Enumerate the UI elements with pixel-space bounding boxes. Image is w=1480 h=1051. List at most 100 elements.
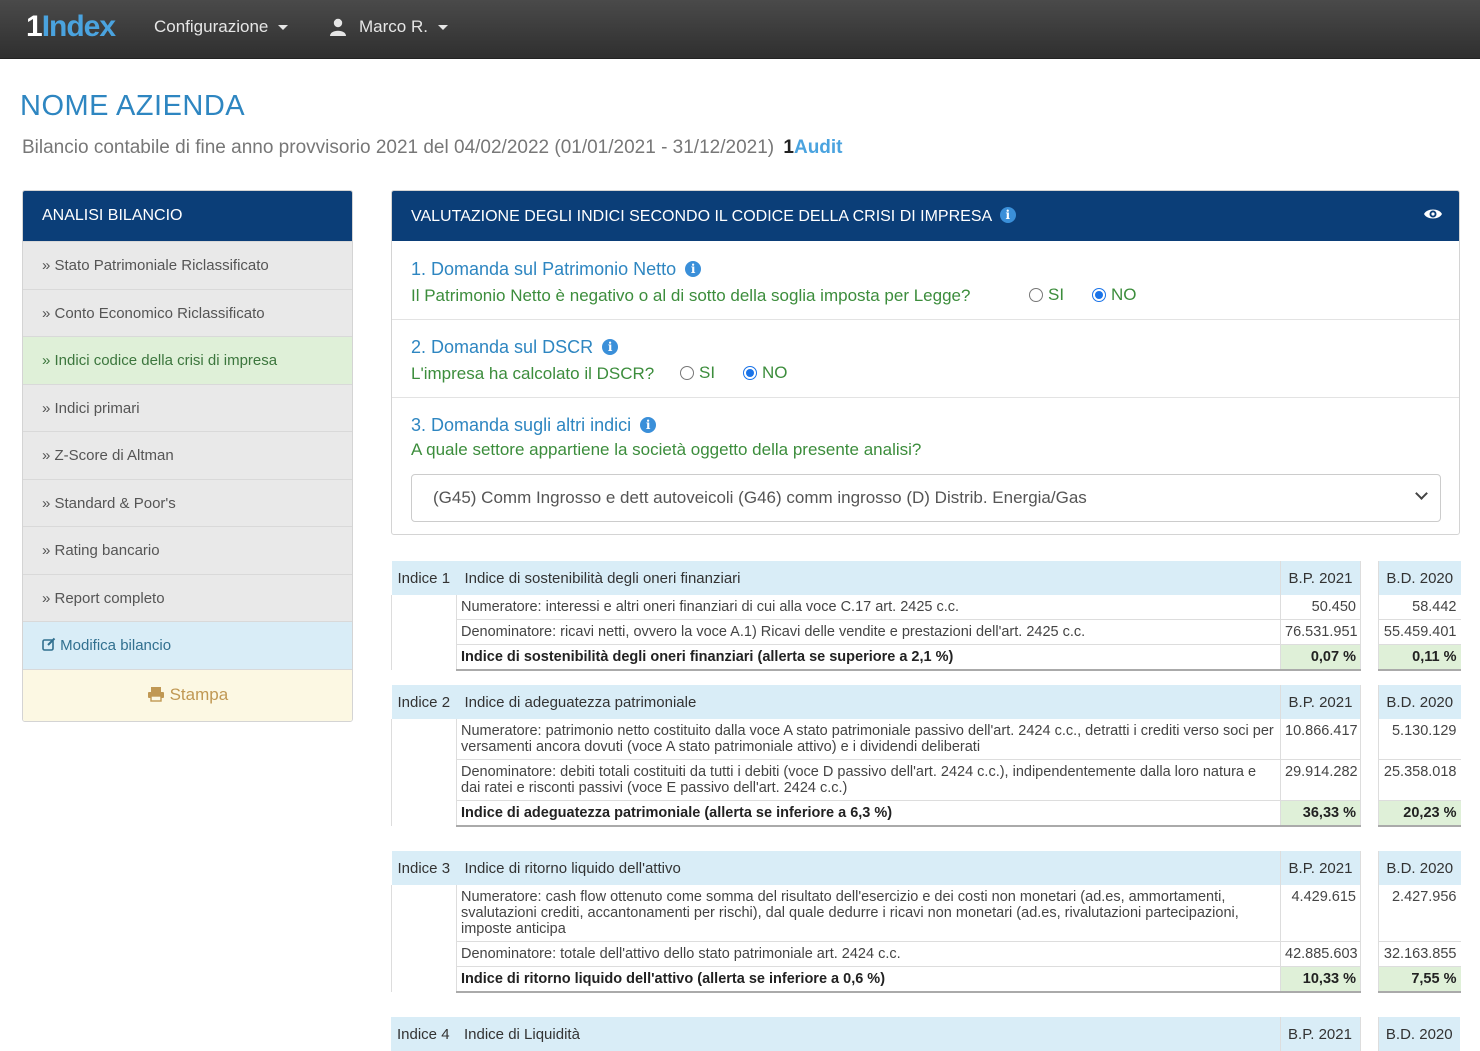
table-row: Numeratore: interessi e altri oneri fina… [391,595,1461,670]
edit-balance-label: Modifica bilancio [60,637,172,654]
sector-select[interactable]: (G45) Comm Ingrosso e dett autoveicoli (… [411,474,1441,522]
denominator-value-bd: 55.459.401 [1378,619,1461,645]
audit-logo-number: 1 [783,137,794,158]
radio-circle [680,366,694,380]
question-2-radio-no[interactable]: NO [743,363,788,383]
denominator-label: Denominatore: ricavi netti, ovvero la vo… [456,619,1281,645]
denominator-value-bp: 42.885.603 [1280,941,1361,967]
user-menu-label: Marco R. [359,17,428,36]
user-menu[interactable]: Marco R. [329,17,448,37]
result-row: Indice di ritorno liquido dell'attivo (a… [392,966,1461,993]
question-3-title-text: 3. Domanda sugli altri indici [411,415,632,435]
result-label: Indice di ritorno liquido dell'attivo (a… [456,966,1281,993]
crisis-evaluation-panel: VALUTAZIONE DEGLI INDICI SECONDO IL CODI… [391,190,1460,535]
question-2-text: L'impresa ha calcolato il DSCR? [411,364,655,383]
column-gap [1360,685,1379,719]
question-1-radio-no[interactable]: NO [1092,285,1137,305]
denominator-value-bd: 25.358.018 [1378,759,1461,801]
denominator-label: Denominatore: debiti totali costituiti d… [456,759,1281,801]
sidebar-item-standard-poors[interactable]: » Standard & Poor's [23,478,352,526]
radio-label: NO [1111,285,1137,304]
sidebar-item-report-completo[interactable]: » Report completo [23,573,352,621]
question-1-title: 1. Domanda sul Patrimonio Netto i [411,259,702,280]
info-icon[interactable]: i [685,261,702,277]
edit-balance-button[interactable]: Modifica bilancio [23,621,352,669]
question-1-radio-si[interactable]: SI [1029,285,1064,305]
result-row: Indice di adeguatezza patrimoniale (alle… [392,800,1461,827]
denominator-value-bd: 32.163.855 [1378,941,1461,967]
question-3-title: 3. Domanda sugli altri indici i [411,415,657,436]
question-1: 1. Domanda sul Patrimonio Netto i Il Pat… [392,241,1459,319]
sidebar-item-stato-patrimoniale[interactable]: » Stato Patrimoniale Riclassificato [23,241,352,289]
column-header-bp: B.P. 2021 [1280,685,1361,719]
numerator-label: Numeratore: interessi e altri oneri fina… [456,595,1281,620]
audit-logo: 1Audit [783,137,842,158]
sidebar-title: ANALISI BILANCIO [23,191,352,241]
denominator-value-bp: 76.531.951 [1280,619,1361,645]
sidebar-item-indici-crisi[interactable]: » Indici codice della crisi di impresa [23,336,352,384]
question-2-title: 2. Domanda sul DSCR i [411,337,619,358]
radio-circle [1029,288,1043,302]
printer-icon [147,686,164,702]
info-icon[interactable]: i [640,417,657,433]
question-1-title-text: 1. Domanda sul Patrimonio Netto [411,259,677,279]
index-label: Indice 1 [391,561,457,595]
brand-logo-text: Index [41,10,116,43]
question-2-radio-si[interactable]: SI [680,363,715,383]
numerator-value-bp: 10.866.417 [1280,719,1361,760]
index-spacer [391,595,457,670]
result-label: Indice di adeguatezza patrimoniale (alle… [456,800,1281,827]
denominator-label: Denominatore: totale dell'attivo dello s… [456,941,1281,967]
user-icon [330,18,346,36]
radio-label: SI [1048,285,1065,304]
edit-icon [42,637,56,651]
info-icon[interactable]: i [602,339,619,355]
column-gap [1360,561,1379,595]
index-title: Indice di ritorno liquido dell'attivo [456,851,1281,885]
page-subtitle: Bilancio contabile di fine anno provviso… [22,137,843,159]
numerator-value-bp: 4.429.615 [1280,885,1361,942]
table-row: Denominatore: totale dell'attivo dello s… [392,941,1461,967]
radio-label: SI [699,363,716,382]
numerator-label: Numeratore: cash flow ottenuto come somm… [456,885,1281,942]
audit-logo-text: Audit [793,137,843,158]
numerator-label: Numeratore: patrimonio netto costituito … [456,719,1281,760]
brand-logo[interactable]: 1Index [26,10,116,44]
index-label: Indice 3 [391,851,457,885]
configuration-menu-label: Configurazione [154,17,269,36]
index-3-table: Indice 3 Indice di ritorno liquido dell'… [391,851,1461,993]
column-header-bd: B.D. 2020 [1378,851,1461,885]
question-2: 2. Domanda sul DSCR i L'impresa ha calco… [392,319,1459,397]
sidebar-item-indici-primari[interactable]: » Indici primari [23,383,352,431]
numerator-value-bd: 2.427.956 [1378,885,1461,942]
info-icon[interactable]: i [999,207,1016,223]
index-label: Indice 2 [391,685,457,719]
configuration-menu[interactable]: Configurazione [154,17,289,37]
result-value-bd: 7,55 % [1378,966,1461,993]
column-gap [1360,885,1379,992]
sidebar-item-z-score[interactable]: » Z-Score di Altman [23,431,352,479]
panel-header: VALUTAZIONE DEGLI INDICI SECONDO IL CODI… [392,191,1459,241]
index-header-row: Indice 4 Indice di Liquidità B.P. 2021 B… [391,1017,1460,1051]
index-header-row: Indice 2 Indice di adeguatezza patrimoni… [391,685,1461,719]
result-value-bd: 20,23 % [1378,800,1461,827]
result-value-bp: 36,33 % [1280,800,1361,827]
column-gap [1359,1017,1378,1051]
column-header-bd: B.D. 2020 [1378,685,1461,719]
index-title: Indice di Liquidità [456,1017,1280,1051]
print-button[interactable]: Stampa [23,668,352,721]
question-2-title-text: 2. Domanda sul DSCR [411,337,594,357]
eye-icon[interactable] [1423,207,1443,221]
sidebar-item-conto-economico[interactable]: » Conto Economico Riclassificato [23,288,352,336]
sidebar-item-rating-bancario[interactable]: » Rating bancario [23,526,352,574]
column-gap [1360,595,1379,670]
top-navbar: 1Index Configurazione Marco R. [0,0,1480,59]
chevron-down-icon [437,24,448,30]
question-3-text: A quale settore appartiene la società og… [411,440,922,459]
index-4-table: Indice 4 Indice di Liquidità B.P. 2021 B… [391,1017,1460,1051]
index-header-row: Indice 1 Indice di sostenibilità degli o… [391,561,1461,595]
column-gap [1360,851,1379,885]
table-row: Denominatore: debiti totali costituiti d… [392,759,1461,801]
radio-label: NO [762,363,788,382]
panel-title: VALUTAZIONE DEGLI INDICI SECONDO IL CODI… [411,208,992,225]
